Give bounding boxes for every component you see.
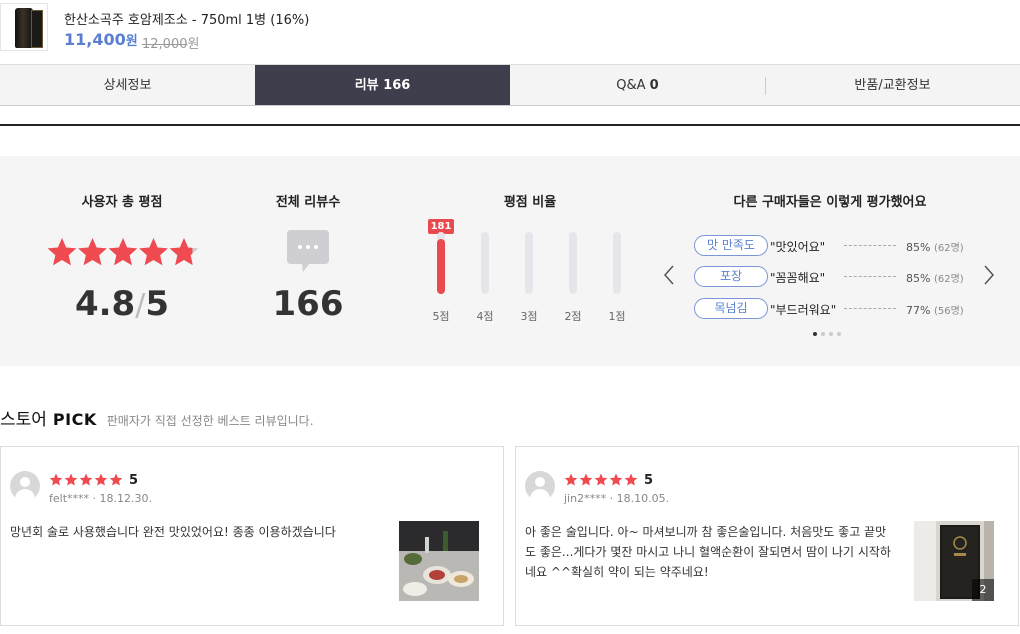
rating-bar-3	[525, 232, 533, 294]
review-card[interactable]: 5 jin2**** · 18.10.05. 아 좋은 술입니다. 아~ 마셔보…	[515, 446, 1019, 626]
keyword-percent: 85% (62명)	[906, 239, 964, 254]
sale-price-value: 11,400	[64, 30, 126, 49]
product-header: 한산소곡주 호암제조소 - 750ml 1병 (16%) 11,400원 12,…	[0, 0, 1020, 64]
average-rating-value: 4.8	[74, 284, 136, 324]
keyword-percent-value: 77%	[906, 304, 931, 317]
rating-bar-4	[481, 232, 489, 294]
keyword-text: "맛있어요"	[770, 240, 826, 254]
review-stars	[564, 473, 638, 486]
keyword-count: (56명)	[933, 306, 964, 317]
keyword-leader	[844, 245, 896, 246]
review-text: 아 좋은 술입니다. 아~ 마셔보니까 참 좋은술입니다. 처음맛도 좋고 끝맛…	[525, 525, 891, 579]
tab-qna[interactable]: Q&A 0	[510, 65, 765, 105]
keyword-text: "꼼꼼해요"	[770, 271, 826, 285]
tab-return-info[interactable]: 반품/교환정보	[765, 65, 1020, 105]
chevron-right-icon[interactable]	[982, 264, 996, 286]
keyword-tag: 맛 만족도	[694, 235, 768, 256]
pager-dot[interactable]	[821, 332, 825, 336]
tab-detail[interactable]: 상세정보	[0, 65, 255, 105]
tab-detail-label: 상세정보	[103, 78, 152, 93]
speech-bubble-icon	[287, 230, 329, 272]
reviews-heading: 전체 리뷰수	[275, 195, 341, 210]
keyword-tag: 포장	[694, 266, 768, 287]
tab-separator	[765, 77, 766, 95]
carousel-pager	[813, 332, 853, 338]
product-name[interactable]: 한산소곡주 호암제조소 - 750ml 1병 (16%)	[64, 9, 309, 28]
pager-dot[interactable]	[829, 332, 833, 336]
rating-bar-label: 3점	[520, 310, 538, 323]
review-score: 5	[644, 473, 654, 488]
original-price: 12,000원	[142, 33, 199, 52]
rating-bar-5	[437, 232, 445, 294]
store-pick-subtitle: 판매자가 직접 선정한 베스트 리뷰입니다.	[106, 414, 314, 428]
keyword-percent: 85% (62명)	[906, 270, 964, 285]
keyword-count: (62명)	[933, 243, 964, 254]
review-score: 5	[129, 473, 139, 488]
review-date: 18.10.05.	[616, 492, 670, 505]
tab-reviews-count: 166	[383, 78, 411, 93]
sale-price: 11,400원	[64, 30, 138, 49]
keyword-percent-value: 85%	[906, 272, 931, 285]
ratio-heading: 평점 비율	[503, 195, 557, 210]
rating-bar-label: 5점	[432, 310, 450, 323]
rating-stars	[47, 238, 199, 266]
keyword-row: 맛 만족도 "맛있어요" 85% (62명)	[694, 235, 974, 257]
sale-price-unit: 원	[125, 34, 138, 49]
review-date: 18.12.30.	[99, 492, 152, 505]
avatar	[525, 471, 555, 501]
review-stars	[49, 473, 123, 486]
rating-slash: /	[135, 288, 146, 323]
rating-max: 5	[145, 284, 169, 324]
tab-qna-label: Q&A	[616, 78, 646, 93]
section-divider	[0, 124, 1020, 126]
keyword-tag: 목넘김	[694, 298, 768, 319]
rating-bar-label: 2점	[564, 310, 582, 323]
keyword-row: 목넘김 "부드러워요" 77% (56명)	[694, 298, 974, 320]
pager-dot[interactable]	[813, 332, 817, 336]
keyword-row: 포장 "꼼꼼해요" 85% (62명)	[694, 266, 974, 288]
store-pick-title-bold: PICK	[52, 410, 97, 429]
keyword-count: (62명)	[933, 274, 964, 285]
keyword-leader	[844, 276, 896, 277]
review-summary: 사용자 총 평점 4.8/5 전체 리뷰수 166 평점 비율 181 5점 4…	[0, 156, 1020, 366]
total-review-count: 166	[272, 284, 344, 324]
keywords-heading: 다른 구매자들은 이렇게 평가했어요	[733, 195, 927, 210]
chevron-left-icon[interactable]	[662, 264, 676, 286]
review-text: 망년회 술로 사용했습니다 완전 맛있었어요! 종종 이용하겠습니다	[10, 525, 336, 539]
average-rating: 4.8/5	[62, 284, 182, 324]
store-pick-heading: 스토어 PICK 판매자가 직접 선정한 베스트 리뷰입니다.	[0, 405, 314, 430]
product-thumbnail[interactable]	[0, 3, 48, 51]
store-pick-title: 스토어	[0, 410, 47, 430]
keyword-percent-value: 85%	[906, 241, 931, 254]
review-card[interactable]: 5 felt**** · 18.12.30. 망년회 술로 사용했습니다 완전 …	[0, 446, 504, 626]
review-photo[interactable]: 2	[914, 521, 994, 601]
rating-bar-label: 1점	[608, 310, 626, 323]
avatar	[10, 471, 40, 501]
tab-reviews-label: 리뷰	[354, 78, 379, 93]
original-price-value: 12,000	[142, 37, 188, 52]
review-photo[interactable]	[399, 521, 479, 601]
keyword-percent: 77% (56명)	[906, 302, 964, 317]
rating-bar-label: 4점	[476, 310, 494, 323]
review-meta: jin2**** · 18.10.05.	[564, 492, 670, 505]
tab-qna-count: 0	[649, 78, 659, 93]
review-user: jin2****	[564, 492, 607, 505]
rating-bar-1	[613, 232, 621, 294]
tab-return-info-label: 반품/교환정보	[854, 78, 931, 93]
photo-count: 2	[972, 579, 994, 601]
tab-reviews[interactable]: 리뷰 166	[255, 65, 510, 105]
rating-bar-2	[569, 232, 577, 294]
review-user: felt****	[49, 492, 90, 505]
review-meta: felt**** · 18.12.30.	[49, 492, 152, 505]
original-price-unit: 원	[187, 37, 200, 52]
pager-dot[interactable]	[837, 332, 841, 336]
tab-bar: 상세정보 리뷰 166 Q&A 0 반품/교환정보	[0, 64, 1020, 106]
keyword-text: "부드러워요"	[770, 303, 837, 317]
keyword-leader	[844, 308, 896, 309]
rating-heading: 사용자 총 평점	[81, 195, 163, 210]
